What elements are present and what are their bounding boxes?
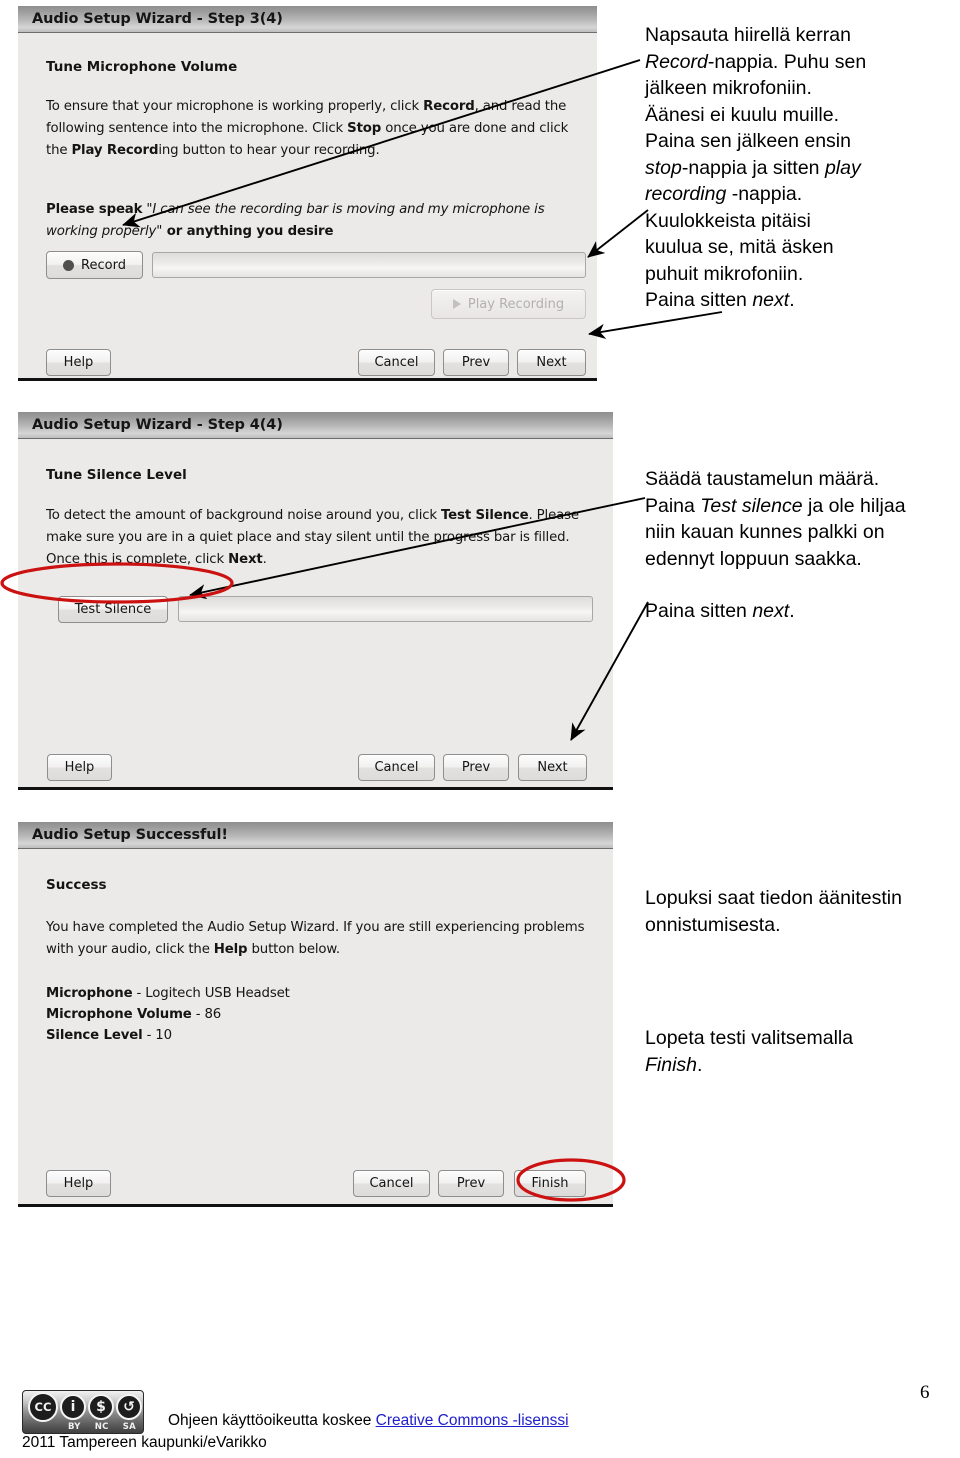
play-recording-button[interactable]: Play Recording	[431, 289, 586, 319]
prev-button-label: Prev	[461, 355, 491, 370]
note-line: edennyt loppuun saakka.	[645, 547, 862, 570]
note-line: stop-nappia ja sitten play	[645, 156, 861, 179]
cc-label-nc: NC	[94, 1422, 109, 1432]
summary-row-silence-level: Silence Level - 10	[46, 1028, 172, 1043]
note-line: Säädä taustamelun määrä.	[645, 468, 880, 490]
success-paragraph: You have completed the Audio Setup Wizar…	[46, 920, 585, 957]
prev-button-label: Prev	[456, 1176, 486, 1191]
section-heading-success: Success	[46, 877, 107, 893]
dialog-body-success: Success You have completed the Audio Set…	[18, 849, 613, 1204]
prev-button-label: Prev	[461, 760, 491, 775]
arrow-to-play-recording-button	[587, 209, 649, 258]
test-silence-button[interactable]: Test Silence	[58, 596, 168, 623]
note-line: recording -nappia.	[645, 183, 803, 205]
dialog-titlebar-step4: Audio Setup Wizard - Step 4(4)	[18, 412, 613, 439]
next-button-label: Next	[536, 355, 567, 370]
annotation-note-step4: Säädä taustamelun määrä. Paina Test sile…	[645, 466, 960, 572]
note-line: Paina sitten next.	[645, 289, 795, 311]
page-number: 6	[920, 1382, 930, 1403]
cc-label-by: BY	[67, 1422, 81, 1432]
note-line: Äänesi ei kuulu muille.	[645, 103, 840, 126]
summary-row-microphone: Microphone - Logitech USB Headset	[46, 986, 290, 1001]
dialog-title-step4: Audio Setup Wizard - Step 4(4)	[32, 417, 283, 433]
help-button-label: Help	[63, 355, 94, 370]
cc-by-icon: i	[60, 1394, 86, 1420]
speak-prompt-step3: Please speak "I can see the recording ba…	[46, 202, 545, 239]
annotation-note-step4-next: Paina sitten next.	[645, 598, 960, 625]
annotation-note-finish: Lopeta testi valitsemalla Finish.	[645, 1025, 960, 1078]
note-line: Lopuksi saat tiedon äänitestin	[645, 887, 902, 909]
silence-level-bar	[178, 596, 593, 622]
dialog-title-step3: Audio Setup Wizard - Step 3(4)	[32, 11, 283, 27]
record-button-label: Record	[81, 257, 126, 273]
dialog-titlebar-step3: Audio Setup Wizard - Step 3(4)	[18, 6, 597, 33]
note-line: onnistumisesta.	[645, 913, 781, 936]
cc-label-sa: SA	[122, 1422, 136, 1432]
cc-icon-row: CC i $ ↺	[23, 1392, 145, 1422]
prev-button-step3[interactable]: Prev	[443, 349, 509, 376]
footer-license-text: Ohjeen käyttöoikeutta koskee	[168, 1412, 376, 1429]
finish-button[interactable]: Finish	[514, 1170, 586, 1197]
note-line: niin kauan kunnes palkki on	[645, 521, 885, 543]
note-line: kuulua se, mitä äsken	[645, 236, 834, 258]
note-line: puhuit mikrofoniin.	[645, 262, 804, 285]
annotation-note-step3: Napsauta hiirellä kerran Record-nappia. …	[645, 22, 955, 314]
cancel-button-step4[interactable]: Cancel	[358, 754, 435, 781]
cc-nc-icon: $	[88, 1394, 114, 1420]
footer-license-line: Ohjeen käyttöoikeutta koskee Creative Co…	[168, 1412, 569, 1430]
cancel-button-label: Cancel	[374, 355, 419, 370]
creative-commons-license-link[interactable]: Creative Commons -lisenssi	[376, 1412, 569, 1429]
prev-button-success[interactable]: Prev	[438, 1170, 504, 1197]
next-button-step3[interactable]: Next	[517, 349, 586, 376]
cancel-button-label: Cancel	[374, 760, 419, 775]
dialog-titlebar-success: Audio Setup Successful!	[18, 822, 613, 849]
instruction-paragraph-step3: To ensure that your microphone is workin…	[46, 99, 569, 158]
cancel-button-success[interactable]: Cancel	[353, 1170, 430, 1197]
record-button[interactable]: Record	[46, 251, 143, 279]
instruction-paragraph-step4: To detect the amount of background noise…	[46, 508, 579, 567]
audio-setup-wizard-step3-dialog: Audio Setup Wizard - Step 3(4) Tune Micr…	[18, 6, 597, 381]
dialog-body-step4: Tune Silence Level To detect the amount …	[18, 439, 613, 787]
section-heading-tune-silence-level: Tune Silence Level	[46, 467, 187, 483]
footer-copyright-line: 2011 Tampereen kaupunki/eVarikko	[22, 1434, 267, 1451]
next-button-label: Next	[537, 760, 568, 775]
note-line: Record-nappia. Puhu sen	[645, 50, 867, 73]
next-button-step4[interactable]: Next	[518, 754, 587, 781]
arrow-to-next-button-step3	[588, 311, 723, 339]
note-line: Kuulokkeista pitäisi	[645, 209, 811, 232]
help-button-label: Help	[63, 1176, 94, 1191]
note-line: Paina sen jälkeen ensin	[645, 130, 851, 152]
summary-row-microphone-volume: Microphone Volume - 86	[46, 1007, 222, 1022]
creative-commons-badge-icon: CC i $ ↺ BY NC SA	[22, 1390, 144, 1434]
annotation-note-success: Lopuksi saat tiedon äänitestin onnistumi…	[645, 885, 960, 938]
play-recording-label: Play Recording	[467, 296, 565, 312]
record-dot-icon	[63, 259, 75, 271]
prev-button-step4[interactable]: Prev	[443, 754, 509, 781]
cc-label-row: BY NC SA	[61, 1421, 143, 1433]
audio-setup-wizard-step4-dialog: Audio Setup Wizard - Step 4(4) Tune Sile…	[18, 412, 613, 790]
cc-sa-icon: ↺	[116, 1394, 142, 1420]
help-button-label: Help	[64, 760, 95, 775]
cc-logo-icon: CC	[28, 1392, 58, 1422]
cancel-button-label: Cancel	[369, 1176, 414, 1191]
dialog-title-success: Audio Setup Successful!	[32, 827, 228, 843]
note-line: Napsauta hiirellä kerran	[645, 24, 851, 46]
recording-level-bar	[152, 252, 586, 278]
note-line: Paina Test silence ja ole hiljaa	[645, 494, 906, 517]
note-line: Lopeta testi valitsemalla	[645, 1027, 854, 1049]
test-silence-label: Test Silence	[74, 602, 152, 617]
note-line: Paina sitten next.	[645, 600, 795, 622]
audio-setup-successful-dialog: Audio Setup Successful! Success You have…	[18, 822, 613, 1207]
note-line: jälkeen mikrofoniin.	[645, 77, 812, 99]
help-button-success[interactable]: Help	[46, 1170, 111, 1197]
cancel-button-step3[interactable]: Cancel	[358, 349, 435, 376]
finish-button-label: Finish	[531, 1176, 569, 1191]
note-line: Finish.	[645, 1053, 703, 1076]
section-heading-tune-microphone-volume: Tune Microphone Volume	[46, 59, 238, 75]
dialog-body-step3: Tune Microphone Volume To ensure that yo…	[18, 33, 597, 378]
help-button-step3[interactable]: Help	[46, 349, 111, 376]
play-triangle-icon	[452, 299, 461, 309]
help-button-step4[interactable]: Help	[47, 754, 112, 781]
